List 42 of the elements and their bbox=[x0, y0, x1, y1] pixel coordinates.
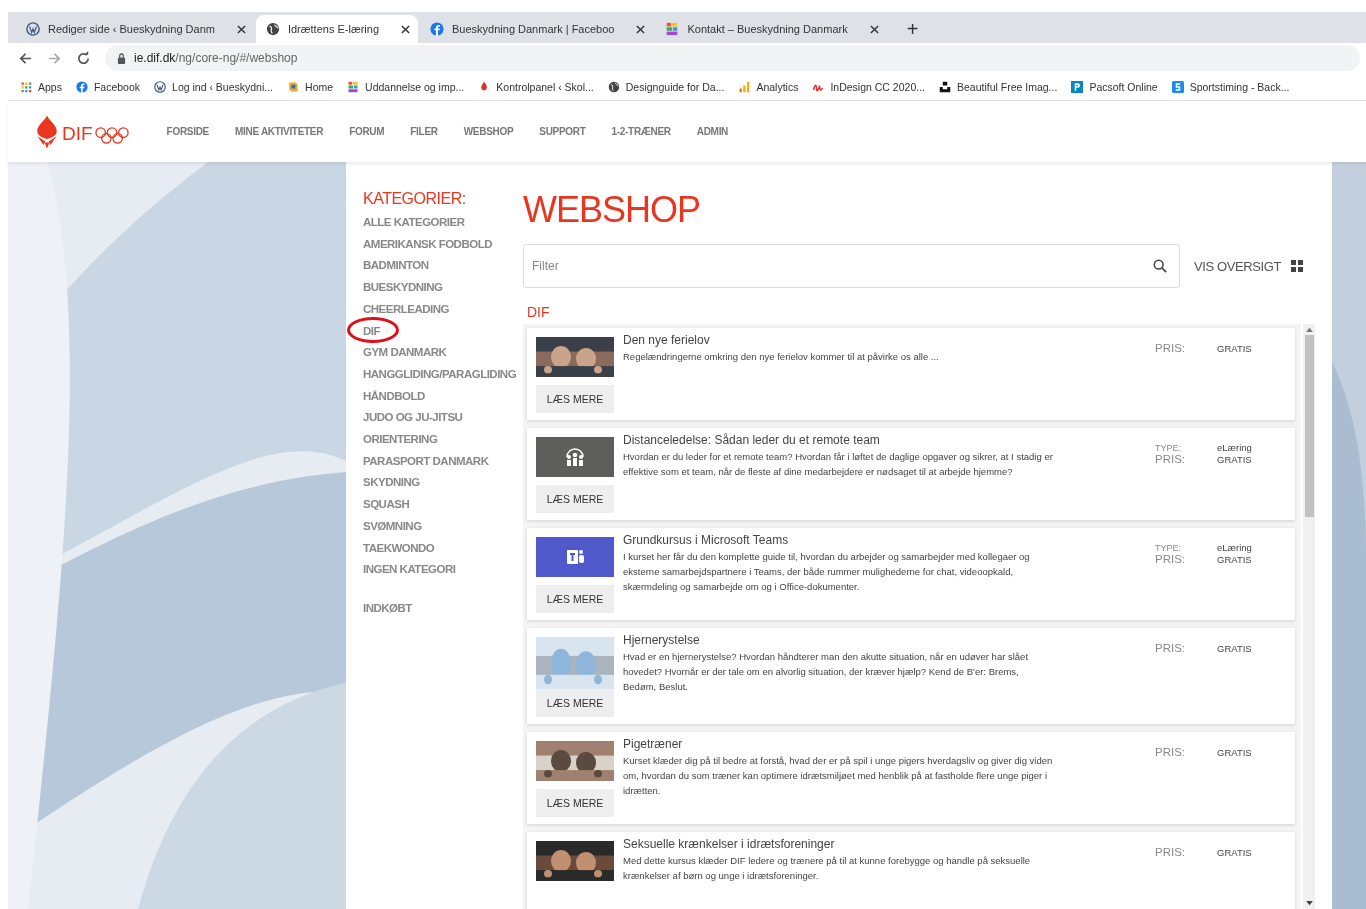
bookmark[interactable]: Designguide for Da... bbox=[607, 80, 725, 93]
bookmark-label: Apps bbox=[38, 80, 62, 93]
nav-link[interactable]: ADMIN bbox=[696, 126, 729, 137]
bookmark[interactable]: Analytics bbox=[738, 80, 799, 93]
bookmark-label: Beautiful Free Imag... bbox=[957, 80, 1058, 93]
bookmark[interactable]: Uddannelse og imp... bbox=[347, 80, 465, 93]
bookmark-label: Sportstiming - Back... bbox=[1189, 80, 1290, 93]
bookmark-label: Designguide for Da... bbox=[625, 80, 725, 93]
address-bar[interactable]: ie.dif.dk/ng/core-ng/#/webshop bbox=[105, 45, 1360, 71]
new-tab-button[interactable]: + bbox=[902, 15, 923, 43]
nav-link[interactable]: SUPPORT bbox=[539, 126, 586, 137]
browser-tab[interactable]: Bueskydning Danmark | Faceboo bbox=[420, 15, 654, 43]
tab-title: Rediger side ‹ Bueskydning Danm bbox=[48, 23, 216, 35]
bookmark-label: Facebook bbox=[93, 80, 141, 93]
bookmark[interactable]: Kontrolpanel ‹ Skol... bbox=[478, 80, 594, 93]
bookmark[interactable]: InDesign CC 2020... bbox=[812, 80, 925, 93]
browser-tab[interactable]: Rediger side ‹ Bueskydning Danm bbox=[16, 15, 254, 43]
bookmark-label: Kontrolpanel ‹ Skol... bbox=[496, 80, 594, 93]
nav-link[interactable]: FORSIDE bbox=[166, 126, 209, 137]
bookmark[interactable]: Pacsoft Online bbox=[1071, 80, 1158, 93]
bookmark-label: InDesign CC 2020... bbox=[830, 80, 925, 93]
bookmark-label: Home bbox=[305, 80, 334, 93]
browser-tab[interactable]: Kontakt – Bueskydning Danmark bbox=[655, 15, 887, 43]
nav-link[interactable]: WEBSHOP bbox=[463, 126, 514, 137]
logo-text: DIF bbox=[62, 123, 93, 144]
bookmark[interactable]: Beautiful Free Imag... bbox=[939, 80, 1058, 93]
nav-link[interactable]: 1-2-TRÆNER bbox=[611, 126, 671, 137]
nav-link[interactable]: FILER bbox=[410, 126, 438, 137]
bookmark-label: Uddannelse og imp... bbox=[365, 80, 465, 93]
browser-tab[interactable]: Idrættens E-læring bbox=[255, 15, 418, 43]
tab-title: Bueskydning Danmark | Faceboo bbox=[452, 23, 616, 35]
bookmark[interactable]: Sportstiming - Back... bbox=[1171, 80, 1290, 93]
bookmark-label: Pacsoft Online bbox=[1089, 80, 1158, 93]
tab-title: Kontakt – Bueskydning Danmark bbox=[687, 23, 849, 35]
nav-link[interactable]: MINE AKTIVITETER bbox=[234, 126, 324, 137]
tab-title: Idrættens E-læring bbox=[287, 23, 380, 35]
bookmark-label: Analytics bbox=[756, 80, 799, 93]
url-text: ie.dif.dk/ng/core-ng/#/webshop bbox=[134, 51, 298, 65]
nav-link[interactable]: FORUM bbox=[349, 126, 385, 137]
bookmark[interactable]: Apps bbox=[20, 80, 62, 93]
bookmark[interactable]: Home bbox=[287, 80, 334, 93]
bookmark[interactable]: Facebook bbox=[75, 80, 141, 93]
